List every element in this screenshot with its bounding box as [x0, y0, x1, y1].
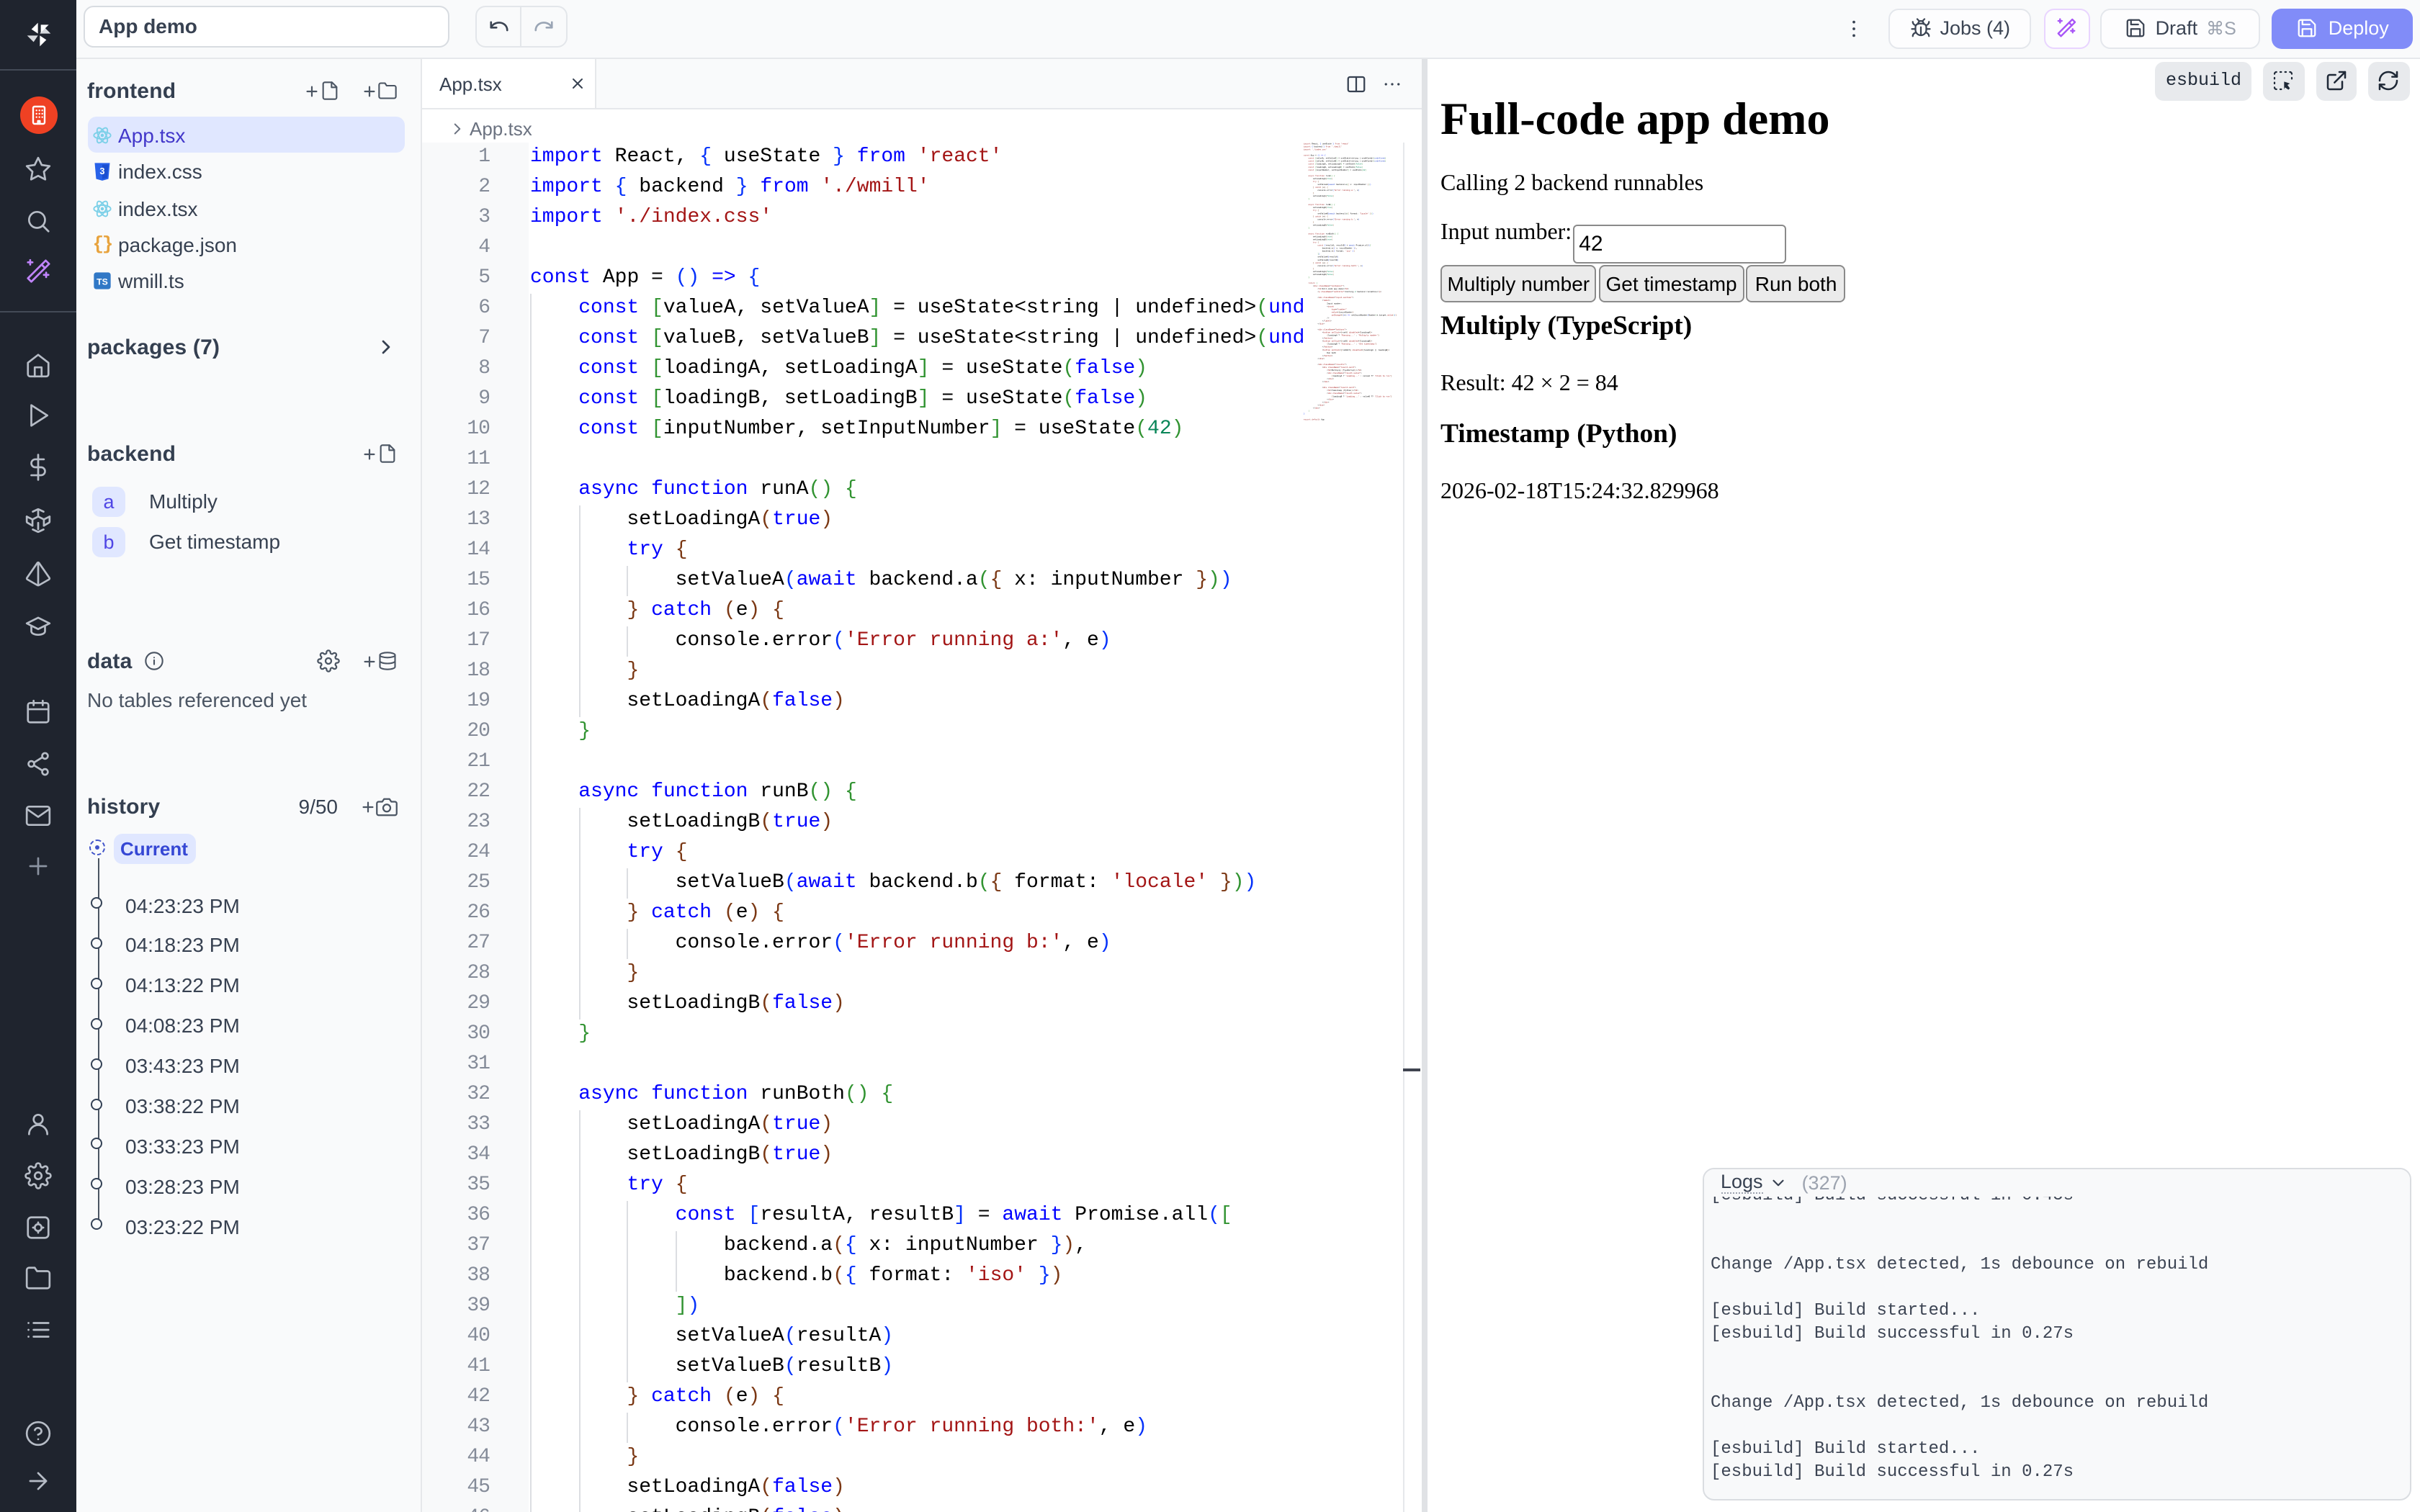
- svg-text:3: 3: [99, 166, 104, 176]
- svg-text:TS: TS: [97, 277, 108, 287]
